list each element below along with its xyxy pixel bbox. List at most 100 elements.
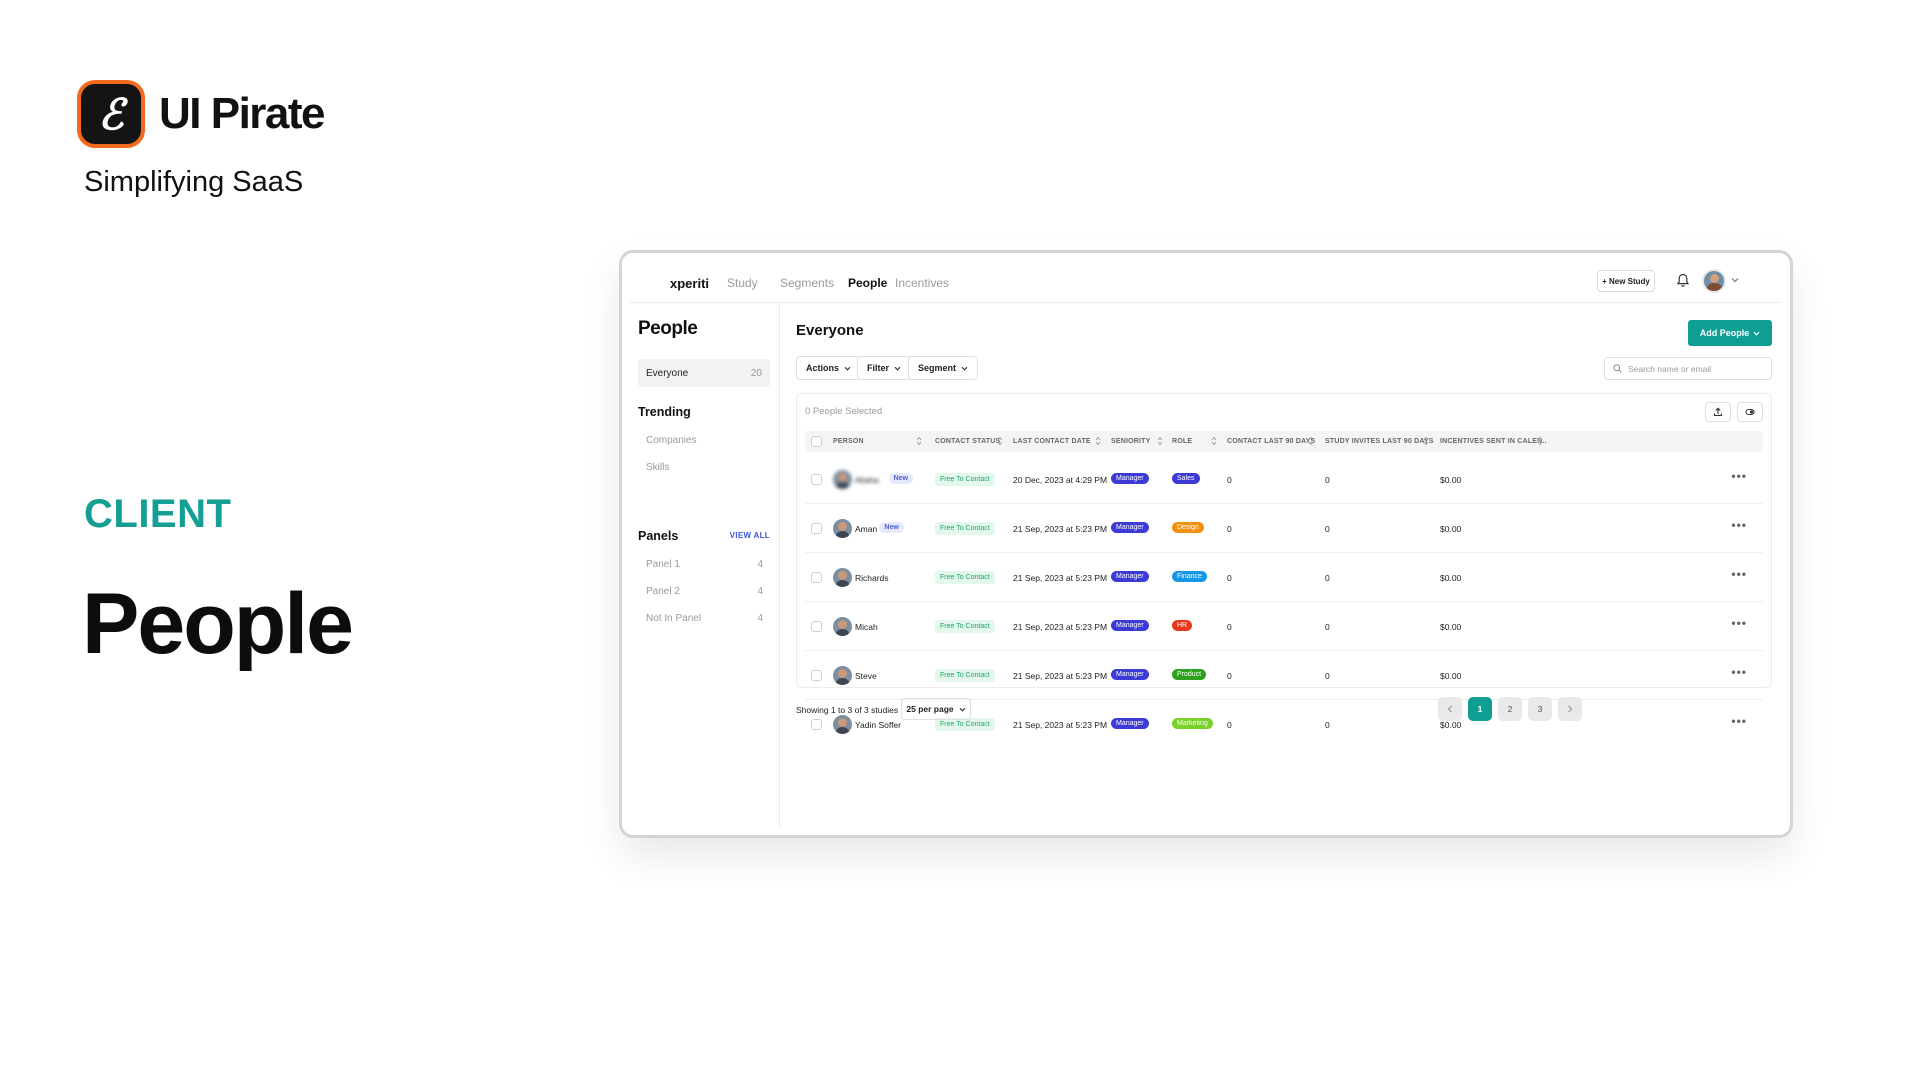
chevron-left-icon <box>1447 705 1452 713</box>
row-checkbox[interactable] <box>811 572 822 583</box>
incentives-sent: $0.00 <box>1440 720 1462 730</box>
column-header[interactable]: LAST CONTACT DATE <box>1013 438 1091 445</box>
column-header[interactable]: ROLE <box>1172 438 1192 445</box>
brand-name: UI Pirate <box>159 89 326 138</box>
actions-dropdown[interactable]: Actions <box>796 356 862 380</box>
seniority-badge: Manager <box>1111 473 1149 484</box>
row-menu-icon[interactable]: ••• <box>1731 714 1747 728</box>
add-people-button[interactable]: Add People <box>1688 320 1772 346</box>
column-header[interactable]: INCENTIVES SENT IN CALEN.. <box>1440 438 1547 445</box>
nav-people[interactable]: People <box>848 276 887 290</box>
app-window: xperiti Study Segments People Incentives… <box>619 250 1793 838</box>
sidebar-item-panel-2[interactable]: Panel 2 <box>646 586 680 597</box>
row-checkbox[interactable] <box>811 670 822 681</box>
export-button[interactable] <box>1705 402 1731 422</box>
sort-icon[interactable] <box>997 436 1003 446</box>
table-row[interactable]: Aman New Free To Contact 21 Sep, 2023 at 5:… <box>805 504 1763 553</box>
search-box[interactable] <box>1604 357 1772 380</box>
contact-status-badge: Free To Contact <box>935 522 995 535</box>
role-badge: Marketing <box>1172 718 1213 729</box>
app-logo[interactable]: xperiti <box>670 276 709 291</box>
search-input[interactable] <box>1628 363 1758 374</box>
segment-dropdown[interactable]: Segment <box>908 356 979 380</box>
filter-label: Filter <box>867 363 890 373</box>
selected-count: 0 People Selected <box>805 406 883 417</box>
incentives-sent: $0.00 <box>1440 475 1462 485</box>
person-name[interactable]: Steve <box>855 671 877 681</box>
sort-icon[interactable] <box>1537 436 1543 446</box>
table-row[interactable]: Richards Free To Contact 21 Sep, 2023 at 5… <box>805 553 1763 602</box>
row-menu-icon[interactable]: ••• <box>1731 518 1747 532</box>
search-icon <box>1613 364 1622 373</box>
page-button-2[interactable]: 2 <box>1498 697 1522 721</box>
new-study-button[interactable]: + New Study <box>1597 270 1655 292</box>
person-name[interactable]: Aman <box>855 524 877 534</box>
view-all-link[interactable]: VIEW ALL <box>730 531 770 540</box>
sort-icon[interactable] <box>1157 436 1163 446</box>
person-name[interactable]: Micah <box>855 622 878 632</box>
table-header: PERSON CONTACT STATUS LAST CONTACT DATE … <box>805 431 1763 452</box>
sidebar-title: People <box>638 318 698 339</box>
chevron-down-icon <box>1753 331 1760 336</box>
panel-count: 4 <box>757 586 763 597</box>
sort-icon[interactable] <box>1308 436 1314 446</box>
nav-study[interactable]: Study <box>727 276 758 290</box>
role-badge: Design <box>1172 522 1204 533</box>
sidebar-item-skills[interactable]: Skills <box>646 462 669 473</box>
chevron-down-icon <box>961 366 968 371</box>
page-button-3[interactable]: 3 <box>1528 697 1552 721</box>
contact-status-badge: Free To Contact <box>935 669 995 682</box>
sidebar-item-everyone[interactable]: Everyone 20 <box>638 359 770 387</box>
table-row[interactable]: Steve Free To Contact 21 Sep, 2023 at 5:23… <box>805 651 1763 700</box>
column-header[interactable]: STUDY INVITES LAST 90 DAYS <box>1325 438 1434 445</box>
column-header[interactable]: CONTACT LAST 90 DAYS <box>1227 438 1315 445</box>
sort-icon[interactable] <box>1095 436 1101 446</box>
bell-icon[interactable] <box>1676 273 1690 288</box>
table-row[interactable]: Aliaha New Free To Contact 20 Dec, 2023 at … <box>805 455 1763 504</box>
person-name[interactable]: Aliaha <box>855 475 879 485</box>
column-header[interactable]: SENIORITY <box>1111 438 1151 445</box>
sort-icon[interactable] <box>1211 436 1217 446</box>
per-page-dropdown[interactable]: 25 per page <box>901 698 971 720</box>
columns-button[interactable] <box>1737 402 1763 422</box>
row-checkbox[interactable] <box>811 621 822 632</box>
contact-last-90-days: 0 <box>1227 573 1232 583</box>
sidebar-item-not-in-panel[interactable]: Not In Panel <box>646 613 701 624</box>
row-menu-icon[interactable]: ••• <box>1731 665 1747 679</box>
row-menu-icon[interactable]: ••• <box>1731 567 1747 581</box>
sidebar-item-panel-1[interactable]: Panel 1 <box>646 559 680 570</box>
row-menu-icon[interactable]: ••• <box>1731 616 1747 630</box>
next-page-button[interactable] <box>1558 697 1582 721</box>
nav-incentives[interactable]: Incentives <box>895 276 949 290</box>
seniority-badge: Manager <box>1111 571 1149 582</box>
study-invites-last-90-days: 0 <box>1325 475 1330 485</box>
person-name[interactable]: Yadin Soffer <box>855 720 901 730</box>
sidebar-item-companies[interactable]: Companies <box>646 435 697 446</box>
role-badge: Product <box>1172 669 1207 680</box>
table-row[interactable]: Micah Free To Contact 21 Sep, 2023 at 5:23… <box>805 602 1763 651</box>
sort-icon[interactable] <box>916 436 922 446</box>
sort-icon[interactable] <box>1423 436 1429 446</box>
person-avatar <box>833 666 852 685</box>
row-checkbox[interactable] <box>811 523 822 534</box>
user-avatar[interactable] <box>1702 269 1726 293</box>
ui-pirate-logo-icon: ℰ <box>77 80 145 148</box>
column-header[interactable]: CONTACT STATUS <box>935 438 1000 445</box>
last-contact-date: 21 Sep, 2023 at 5:23 PM <box>1013 622 1108 632</box>
chevron-down-icon[interactable] <box>1731 277 1739 283</box>
row-checkbox[interactable] <box>811 719 822 730</box>
column-header[interactable]: PERSON <box>833 438 864 445</box>
toggle-icon <box>1745 408 1755 416</box>
row-checkbox[interactable] <box>811 474 822 485</box>
filter-dropdown[interactable]: Filter <box>857 356 912 380</box>
main-content: Everyone Add People Actions Filter Segme… <box>780 304 1782 827</box>
nav-segments[interactable]: Segments <box>780 276 834 290</box>
last-contact-date: 21 Sep, 2023 at 5:23 PM <box>1013 720 1108 730</box>
seniority-badge: Manager <box>1111 522 1149 533</box>
person-name[interactable]: Richards <box>855 573 889 583</box>
prev-page-button[interactable] <box>1438 697 1462 721</box>
row-menu-icon[interactable]: ••• <box>1731 469 1747 483</box>
page-button-1[interactable]: 1 <box>1468 697 1492 721</box>
incentives-sent: $0.00 <box>1440 524 1462 534</box>
select-all-checkbox[interactable] <box>811 436 822 447</box>
